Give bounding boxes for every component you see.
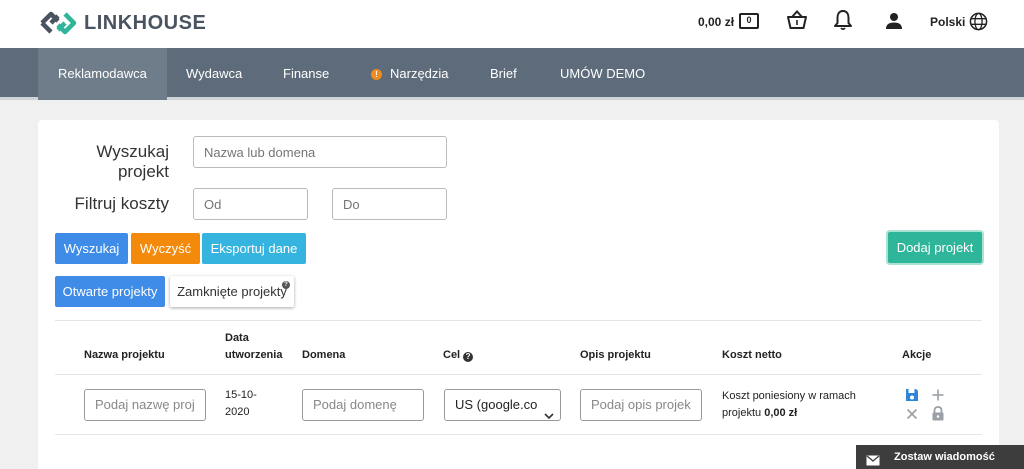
language-selector[interactable]: Polski — [930, 15, 965, 29]
nav-wydawca[interactable]: Wydawca — [166, 48, 262, 100]
col-header-goal: Cel? — [443, 347, 474, 364]
col-header-cost: Koszt netto — [722, 349, 782, 361]
close-icon[interactable] — [905, 407, 919, 426]
user-icon[interactable] — [885, 12, 903, 35]
cost-from-input[interactable] — [193, 188, 308, 220]
add-project-button[interactable]: Dodaj projekt — [888, 232, 982, 263]
nav-finanse[interactable]: Finanse — [263, 48, 349, 100]
warning-icon: ! — [371, 69, 382, 80]
top-header: LINKHOUSE 0,00 zł 0 Polski — [0, 0, 1024, 48]
add-icon[interactable] — [931, 388, 945, 407]
nav-reklamodawca[interactable]: Reklamodawca — [38, 48, 167, 100]
created-date: 15-10-2020 — [225, 389, 257, 418]
chevron-down-icon — [544, 401, 554, 420]
col-header-date: Data utworzenia — [225, 332, 283, 361]
nav-narzedzia[interactable]: ! Narzędzia — [351, 48, 469, 100]
search-project-label: Wyszukaj projekt — [96, 142, 169, 181]
divider — [55, 374, 982, 375]
project-cost-value: 0,00 zł — [764, 407, 798, 419]
nav-brief[interactable]: Brief — [470, 48, 537, 100]
col-header-actions: Akcje — [902, 349, 932, 361]
project-domain-input[interactable]: Podaj domenę — [302, 389, 424, 421]
export-button[interactable]: Eksportuj dane — [202, 233, 306, 264]
clear-button[interactable]: Wyczyść — [131, 233, 200, 264]
project-cost: Koszt poniesiony w ramach projektu 0,00 … — [722, 388, 872, 422]
tab-open-projects[interactable]: Otwarte projekty — [55, 276, 165, 307]
col-header-description: Opis projektu — [580, 349, 651, 361]
col-header-goal-label: Cel — [443, 349, 461, 361]
mail-icon — [866, 451, 880, 469]
cash-icon[interactable]: 0 — [739, 13, 759, 29]
project-name-input[interactable]: Podaj nazwę proj — [84, 389, 206, 421]
leave-message-label: Zostaw wiadomość — [894, 451, 995, 463]
goal-select[interactable]: US (google.co — [444, 389, 561, 421]
save-icon[interactable] — [905, 388, 919, 407]
goal-select-value: US (google.co — [455, 397, 538, 412]
logo-text: LINKHOUSE — [84, 11, 207, 34]
col-header-name: Nazwa projektu — [84, 349, 165, 361]
bell-icon[interactable] — [833, 9, 853, 36]
filter-costs-label: Filtruj koszty — [74, 194, 169, 213]
globe-icon[interactable] — [969, 12, 988, 36]
nav-umow-demo[interactable]: UMÓW DEMO — [540, 48, 665, 100]
main-nav: Reklamodawca Wydawca Finanse ! Narzędzia … — [0, 48, 1024, 100]
tab-closed-projects[interactable]: Zamknięte projekty — [170, 276, 294, 307]
basket-icon[interactable] — [786, 10, 808, 35]
leave-message-button[interactable]: Zostaw wiadomość — [856, 445, 1024, 469]
divider — [55, 434, 982, 435]
logo-icon — [38, 8, 78, 38]
lock-icon[interactable] — [931, 406, 945, 426]
col-header-domain: Domena — [302, 349, 346, 361]
search-input[interactable] — [193, 136, 447, 168]
account-balance[interactable]: 0,00 zł — [698, 15, 734, 29]
help-icon[interactable]: ? — [282, 281, 290, 289]
cost-to-input[interactable] — [332, 188, 447, 220]
goal-help-icon[interactable]: ? — [463, 352, 474, 362]
project-description-input[interactable]: Podaj opis projek — [580, 389, 702, 421]
divider — [55, 320, 982, 321]
logo[interactable]: LINKHOUSE — [38, 8, 206, 38]
nav-narzedzia-label: Narzędzia — [390, 66, 449, 81]
search-button[interactable]: Wyszukaj — [55, 233, 128, 264]
projects-panel: Wyszukaj projekt Filtruj koszty Wyszukaj… — [38, 120, 999, 469]
